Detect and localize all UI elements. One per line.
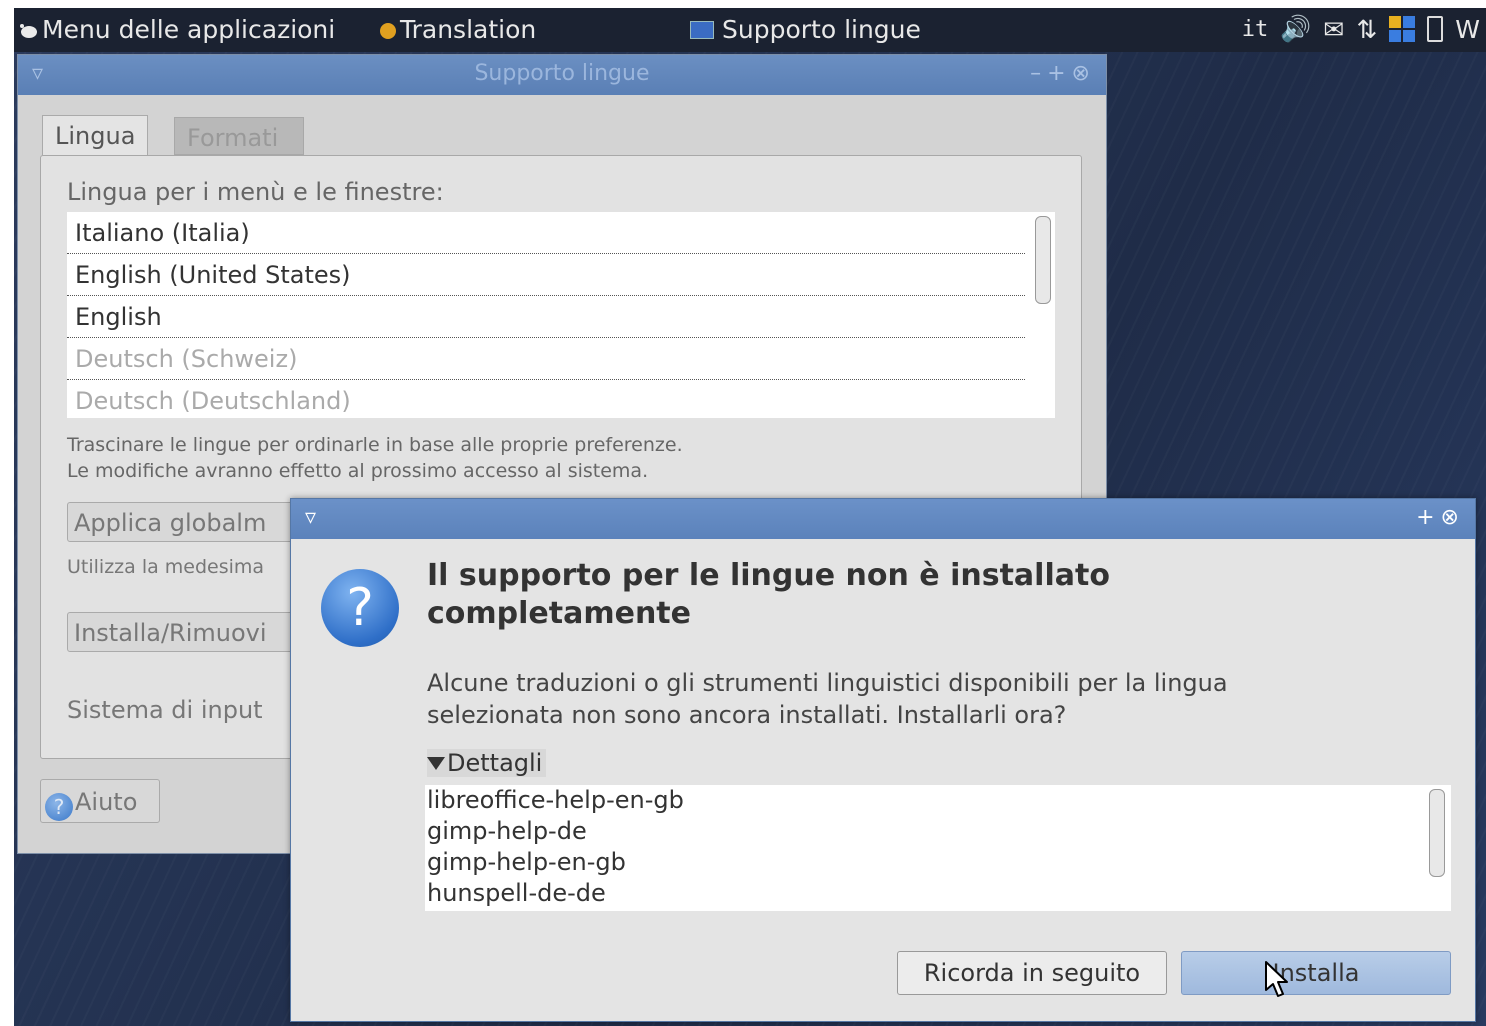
battery-icon[interactable] [1427, 16, 1444, 42]
package-list[interactable]: libreoffice-help-en-gb gimp-help-de gimp… [425, 785, 1451, 911]
question-icon: ? [321, 569, 399, 647]
language-support-icon [690, 21, 714, 39]
applications-menu-button[interactable]: Menu delle applicazioni [18, 15, 335, 44]
package-list-scrollbar[interactable] [1429, 789, 1445, 877]
dialog-message: Alcune traduzioni o gli strumenti lingui… [427, 667, 1427, 731]
hint-line-1: Trascinare le lingue per ordinarle in ba… [67, 434, 683, 456]
translation-launcher[interactable]: Translation [380, 15, 536, 44]
dialog-controls[interactable]: +⊗ [1416, 505, 1465, 530]
taskbar-item-supporto-lingue[interactable]: Supporto lingue [690, 15, 921, 44]
network-arrows-icon[interactable]: ⇅ [1356, 15, 1377, 44]
dialog-titlebar[interactable]: ▿ +⊗ [291, 499, 1475, 539]
dialog-heading: Il supporto per le lingue non è installa… [427, 557, 1327, 633]
list-item[interactable]: English (United States) [67, 254, 1025, 296]
dialog-message-line-2: selezionata non sono ancora installati. … [427, 701, 1067, 729]
input-system-label: Sistema di input [67, 696, 263, 724]
language-list-scrollbar[interactable] [1035, 216, 1051, 304]
mail-icon[interactable]: ✉ [1323, 15, 1344, 44]
list-item[interactable]: Deutsch (Deutschland) [67, 380, 1025, 418]
mouse-pointer-icon [1265, 961, 1288, 997]
tab-formati-regionali[interactable]: Formati regionali [174, 117, 304, 192]
install-remove-languages-button[interactable]: Installa/Rimuovi [67, 612, 307, 652]
apply-hint: Utilizza la medesima [67, 556, 265, 578]
list-item: libreoffice-help-en-gb [427, 786, 684, 814]
window-title: Supporto lingue [474, 61, 650, 86]
clock-label[interactable]: W [1455, 15, 1480, 44]
translation-icon [380, 23, 396, 39]
details-label: Dettagli [447, 749, 543, 777]
hint-line-2: Le modifiche avranno effetto al prossimo… [67, 460, 649, 482]
language-list-label: Lingua per i menù e le finestre: [67, 178, 444, 206]
incomplete-language-support-dialog: ▿ +⊗ ? Il supporto per le lingue non è i… [290, 498, 1476, 1022]
expander-arrow-icon [427, 757, 445, 770]
dialog-heading-line-1: Il supporto per le lingue non è installa… [427, 558, 1110, 593]
list-item[interactable]: English [67, 296, 1025, 338]
desktop: Menu delle applicazioni Translation Supp… [14, 8, 1486, 1026]
dialog-heading-line-2: completamente [427, 596, 691, 631]
dialog-message-line-1: Alcune traduzioni o gli strumenti lingui… [427, 669, 1228, 697]
workspace-switcher-icon[interactable] [1389, 16, 1416, 42]
top-panel: Menu delle applicazioni Translation Supp… [14, 8, 1486, 52]
reorder-hint: Trascinare le lingue per ordinarle in ba… [67, 432, 683, 484]
taskbar-item-label: Supporto lingue [722, 15, 921, 44]
install-button[interactable]: Installa [1181, 951, 1451, 995]
apply-globally-button[interactable]: Applica globalm [67, 502, 307, 542]
help-icon: ? [45, 793, 73, 821]
remind-later-button[interactable]: Ricorda in seguito [897, 951, 1167, 995]
xfce-mouse-icon [20, 24, 37, 38]
tab-lingua[interactable]: Lingua [42, 115, 149, 155]
volume-icon[interactable]: 🔊 [1280, 14, 1311, 44]
system-tray: it 🔊 ✉ ⇅ W [1242, 14, 1480, 44]
help-button[interactable]: ? Aiuto [40, 779, 160, 823]
help-button-label: Aiuto [75, 788, 138, 816]
keyboard-layout-indicator[interactable]: it [1242, 17, 1269, 42]
list-item: gimp-help-de [427, 817, 587, 845]
dialog-menu-icon[interactable]: ▿ [305, 505, 316, 530]
list-item: gimp-help-en-gb [427, 848, 626, 876]
list-item[interactable]: Deutsch (Schweiz) [67, 338, 1025, 380]
list-item: hunspell-de-de [427, 879, 606, 907]
applications-menu-label: Menu delle applicazioni [42, 15, 336, 44]
translation-label: Translation [400, 15, 537, 44]
details-expander[interactable]: Dettagli [427, 749, 547, 777]
window-titlebar[interactable]: ▿ Supporto lingue –+⊗ [18, 55, 1106, 95]
list-item[interactable]: Italiano (Italia) [67, 212, 1025, 254]
window-controls[interactable]: –+⊗ [1030, 61, 1096, 86]
language-list[interactable]: Italiano (Italia) English (United States… [67, 212, 1055, 418]
